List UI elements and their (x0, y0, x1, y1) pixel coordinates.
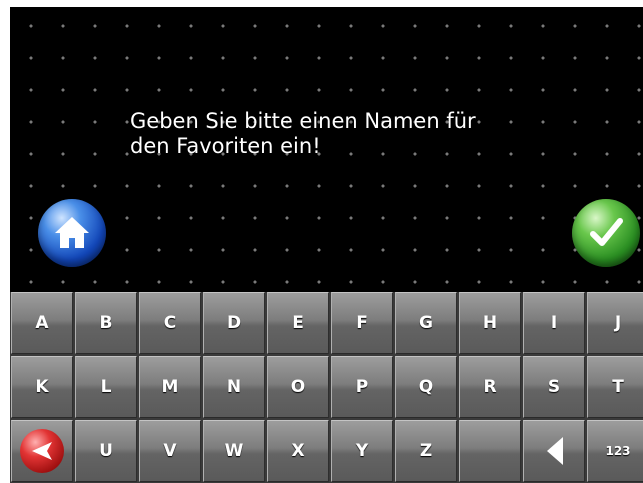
key-m[interactable]: M (139, 356, 201, 418)
top-border (0, 0, 643, 7)
key-l[interactable]: L (75, 356, 137, 418)
key-u[interactable]: U (75, 420, 137, 482)
key-p[interactable]: P (331, 356, 393, 418)
key-b[interactable]: B (75, 292, 137, 354)
checkmark-icon (590, 218, 623, 246)
key-r[interactable]: R (459, 356, 521, 418)
key-t[interactable]: T (587, 356, 643, 418)
key-q[interactable]: Q (395, 356, 457, 418)
key-z[interactable]: Z (395, 420, 457, 482)
left-border (0, 0, 10, 483)
key-g[interactable]: G (395, 292, 457, 354)
backspace-button[interactable] (523, 420, 585, 482)
key-x[interactable]: X (267, 420, 329, 482)
key-a[interactable]: A (11, 292, 73, 354)
key-y[interactable]: Y (331, 420, 393, 482)
prompt-message: Geben Sie bitte einen Namen für den Favo… (130, 109, 476, 158)
key-f[interactable]: F (331, 292, 393, 354)
key-w[interactable]: W (203, 420, 265, 482)
home-icon (55, 217, 89, 248)
key-h[interactable]: H (459, 292, 521, 354)
back-button[interactable] (11, 420, 73, 482)
key-i[interactable]: I (523, 292, 585, 354)
key-blank[interactable] (459, 420, 521, 482)
back-circle (20, 429, 64, 473)
key-e[interactable]: E (267, 292, 329, 354)
key-o[interactable]: O (267, 356, 329, 418)
home-button[interactable] (38, 199, 106, 267)
on-screen-keyboard: A B C D E F G H I J K L M N O P Q R S T … (10, 292, 643, 483)
key-k[interactable]: K (11, 356, 73, 418)
key-s[interactable]: S (523, 356, 585, 418)
numbers-key[interactable]: 123 (587, 420, 643, 482)
key-v[interactable]: V (139, 420, 201, 482)
key-d[interactable]: D (203, 292, 265, 354)
confirm-button[interactable] (572, 199, 640, 267)
back-arrow-icon (32, 442, 52, 460)
left-arrow-icon (547, 437, 563, 465)
key-c[interactable]: C (139, 292, 201, 354)
key-n[interactable]: N (203, 356, 265, 418)
key-j[interactable]: J (587, 292, 643, 354)
